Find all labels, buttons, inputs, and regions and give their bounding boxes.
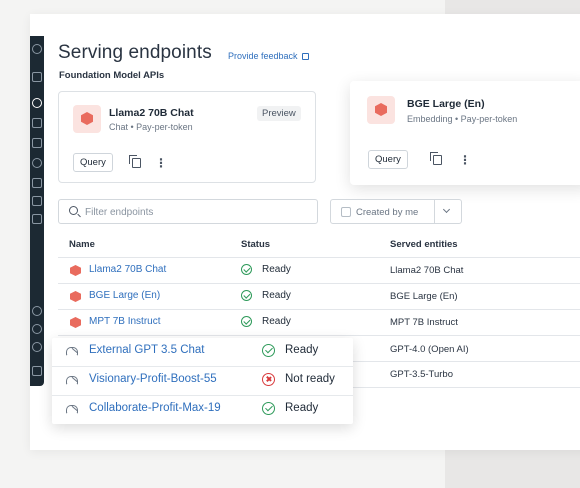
- table-row-name[interactable]: Llama2 70B Chat: [89, 264, 166, 275]
- model-card-llama2[interactable]: Llama2 70B Chat Chat • Pay-per-token Pre…: [58, 91, 316, 183]
- served-entity: BGE Large (En): [390, 291, 458, 302]
- filter-box[interactable]: [58, 199, 318, 224]
- status-text: Ready: [262, 264, 291, 275]
- ready-icon: [262, 402, 275, 415]
- external-model-icon: [66, 403, 80, 414]
- column-header-status[interactable]: Status: [241, 239, 270, 250]
- table-row-name[interactable]: MPT 7B Instruct: [89, 316, 161, 327]
- copy-icon[interactable]: [430, 152, 442, 165]
- ready-icon: [241, 290, 252, 301]
- not-ready-icon: [262, 373, 275, 386]
- sidebar-nav: [30, 36, 44, 386]
- card-title: BGE Large (En): [407, 98, 485, 110]
- filter-input[interactable]: [85, 204, 305, 220]
- status-text: Ready: [262, 316, 291, 327]
- folder-icon[interactable]: [32, 118, 42, 128]
- query-button[interactable]: Query: [368, 150, 408, 169]
- status-text: Ready: [285, 402, 319, 414]
- chevron-down-icon[interactable]: [442, 205, 451, 214]
- logo-icon[interactable]: [32, 44, 42, 54]
- created-by-label: Created by me: [356, 207, 419, 218]
- served-entity: GPT-3.5-Turbo: [390, 369, 454, 380]
- user-icon[interactable]: [32, 342, 42, 352]
- divider: [58, 309, 580, 310]
- list-item-name[interactable]: Visionary-Profit-Boost-55: [89, 373, 217, 385]
- query-button[interactable]: Query: [73, 153, 113, 172]
- ready-icon: [241, 316, 252, 327]
- model-icon: [367, 96, 395, 124]
- models-icon[interactable]: [32, 214, 42, 224]
- divider: [52, 395, 353, 396]
- help-icon[interactable]: [32, 306, 42, 316]
- more-menu-icon[interactable]: ⋮: [459, 154, 471, 166]
- feedback-link[interactable]: Provide feedback: [228, 51, 309, 61]
- data-icon[interactable]: [32, 138, 42, 148]
- section-title: Foundation Model APIs: [59, 70, 165, 81]
- feedback-link-label: Provide feedback: [228, 51, 298, 61]
- status-text: Ready: [262, 290, 291, 301]
- table-row-name[interactable]: BGE Large (En): [89, 290, 160, 301]
- served-entity: MPT 7B Instruct: [390, 317, 458, 328]
- status-text: Not ready: [285, 373, 335, 385]
- settings-icon[interactable]: [32, 324, 42, 334]
- divider: [58, 335, 580, 336]
- preview-badge: Preview: [257, 106, 301, 121]
- list-item-name[interactable]: Collaborate-Profit-Max-19: [89, 402, 221, 414]
- card-subtitle: Chat • Pay-per-token: [109, 122, 193, 132]
- new-icon[interactable]: [32, 72, 42, 82]
- page-title: Serving endpoints: [58, 42, 212, 63]
- model-card-bge[interactable]: BGE Large (En) Embedding • Pay-per-token…: [350, 81, 580, 185]
- external-model-icon: [66, 374, 80, 385]
- card-title: Llama2 70B Chat: [109, 107, 194, 119]
- external-link-icon: [301, 53, 309, 60]
- divider: [52, 366, 353, 367]
- workflows-icon[interactable]: [32, 178, 42, 188]
- ready-icon: [262, 344, 275, 357]
- model-icon: [73, 105, 101, 133]
- list-item-name[interactable]: External GPT 3.5 Chat: [89, 344, 204, 356]
- serving-icon[interactable]: [32, 98, 42, 108]
- history-icon[interactable]: [32, 158, 42, 168]
- column-header-name[interactable]: Name: [69, 239, 95, 250]
- external-endpoints-popup: External GPT 3.5 Chat Ready Visionary-Pr…: [52, 338, 353, 424]
- status-text: Ready: [285, 344, 319, 356]
- card-subtitle: Embedding • Pay-per-token: [407, 114, 518, 124]
- column-header-served[interactable]: Served entities: [390, 239, 458, 250]
- more-menu-icon[interactable]: ⋮: [155, 157, 167, 169]
- ready-icon: [241, 264, 252, 275]
- created-by-checkbox[interactable]: [341, 207, 351, 217]
- search-icon: [69, 206, 78, 215]
- compute-icon[interactable]: [32, 196, 42, 206]
- copy-icon[interactable]: [129, 155, 141, 168]
- divider: [58, 283, 580, 284]
- divider: [434, 200, 435, 223]
- external-model-icon: [66, 345, 80, 356]
- collapse-icon[interactable]: [32, 366, 42, 376]
- divider: [58, 257, 580, 258]
- served-entity: GPT-4.0 (Open AI): [390, 344, 469, 355]
- created-by-filter[interactable]: Created by me: [330, 199, 462, 224]
- served-entity: Llama2 70B Chat: [390, 265, 464, 276]
